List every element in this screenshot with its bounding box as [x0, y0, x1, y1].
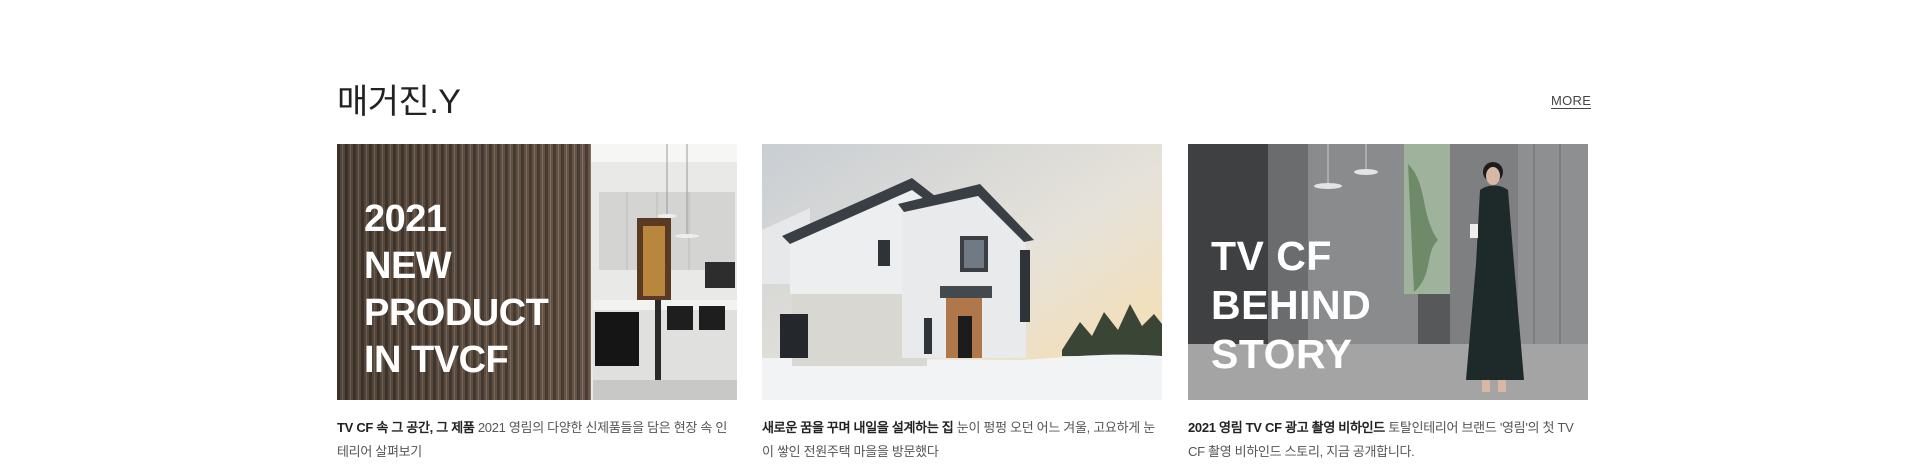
caption-title: 2021 영림 TV CF 광고 촬영 비하인드 [1188, 420, 1385, 435]
section-title: 매거진.Y [337, 83, 461, 121]
overlay-line: TV CF [1211, 233, 1332, 279]
magazine-card-behind-story[interactable]: TV CF BEHIND STORY 2021 영림 TV CF 광고 촬영 비… [1188, 144, 1588, 464]
caption-title: 새로운 꿈을 꾸며 내일을 설계하는 집 [762, 420, 954, 435]
card-caption[interactable]: TV CF 속 그 공간, 그 제품 2021 영림의 다양한 신제품들을 담은… [337, 416, 737, 464]
magazine-card-house[interactable]: 새로운 꿈을 꾸며 내일을 설계하는 집 눈이 펑펑 오던 어느 겨울, 고요하… [762, 144, 1162, 464]
overlay-line: IN TVCF [364, 339, 509, 381]
winter-house-image [762, 144, 1162, 400]
magazine-card-new-product[interactable]: 2021 NEW PRODUCT IN TVCF TV CF 속 그 공간, 그… [337, 144, 737, 464]
overlay-line: 2021 [364, 198, 447, 240]
card-caption[interactable]: 2021 영림 TV CF 광고 촬영 비하인드 토탈인테리어 브랜드 '영림'… [1188, 416, 1588, 464]
card-thumbnail-kitchen[interactable]: 2021 NEW PRODUCT IN TVCF [337, 144, 737, 400]
overlay-line: BEHIND [1211, 282, 1372, 328]
overlay-line: STORY [1211, 331, 1353, 377]
card-caption[interactable]: 새로운 꿈을 꾸며 내일을 설계하는 집 눈이 펑펑 오던 어느 겨울, 고요하… [762, 416, 1162, 464]
thumbnail-overlay-text: 2021 NEW PRODUCT IN TVCF [364, 196, 549, 384]
overlay-line: PRODUCT [364, 292, 549, 334]
card-thumbnail-house[interactable] [762, 144, 1162, 400]
card-thumbnail-behind[interactable]: TV CF BEHIND STORY [1188, 144, 1588, 400]
caption-title: TV CF 속 그 공간, 그 제품 [337, 420, 475, 435]
overlay-line: NEW [364, 245, 452, 287]
more-link[interactable]: MORE [1551, 94, 1592, 109]
thumbnail-overlay-text: TV CF BEHIND STORY [1211, 232, 1371, 379]
